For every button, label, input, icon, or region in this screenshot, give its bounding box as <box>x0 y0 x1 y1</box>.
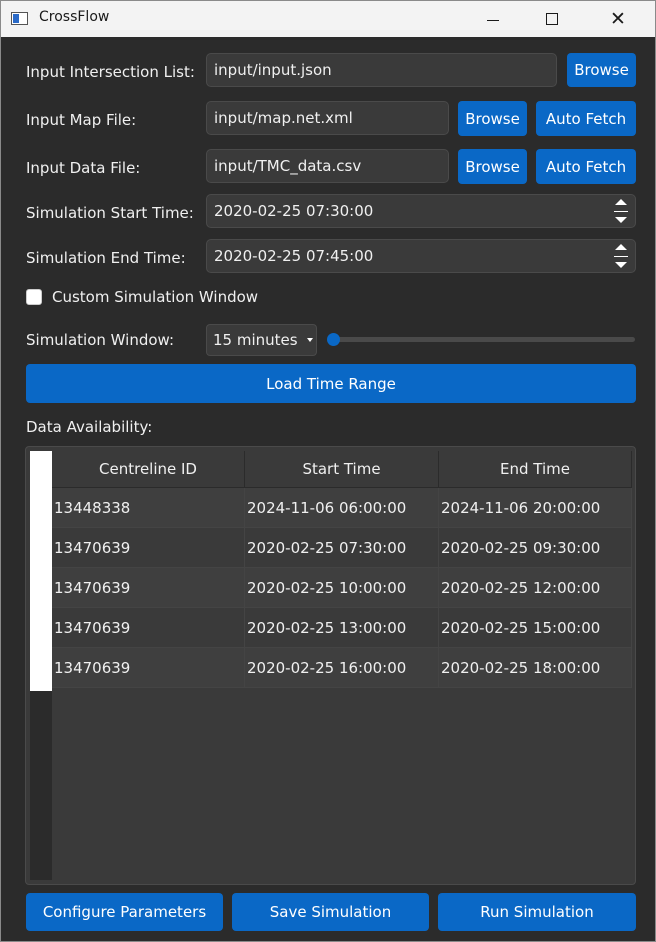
browse-intersection-button[interactable]: Browse <box>567 53 636 87</box>
availability-label: Data Availability: <box>26 418 153 436</box>
load-time-range-button[interactable]: Load Time Range <box>26 364 636 403</box>
table-row[interactable]: 13470639 2020-02-25 16:00:00 2020-02-25 … <box>52 648 632 688</box>
browse-map-button[interactable]: Browse <box>458 101 527 136</box>
run-simulation-button[interactable]: Run Simulation <box>438 893 636 931</box>
cell-centreline: 13470639 <box>52 528 245 568</box>
app-window: CrossFlow ✕ Input Intersection List: inp… <box>0 0 656 942</box>
start-time-value: 2020-02-25 07:30:00 <box>214 202 374 220</box>
auto-fetch-data-button[interactable]: Auto Fetch <box>536 149 636 184</box>
intersection-label: Input Intersection List: <box>26 63 195 81</box>
start-time-input[interactable]: 2020-02-25 07:30:00 <box>206 194 636 228</box>
row-header-selection[interactable] <box>30 451 52 691</box>
end-time-spinner[interactable] <box>613 244 629 268</box>
main-content: Input Intersection List: input/input.jso… <box>1 37 655 941</box>
cell-end: 2020-02-25 12:00:00 <box>439 568 632 608</box>
sim-window-select[interactable]: 15 minutes <box>206 324 317 356</box>
availability-table: Centreline ID Start Time End Time 134483… <box>25 446 636 885</box>
column-header-start[interactable]: Start Time <box>245 451 439 488</box>
spin-up-icon[interactable] <box>615 199 627 205</box>
table-row[interactable]: 13470639 2020-02-25 07:30:00 2020-02-25 … <box>52 528 632 568</box>
start-time-label: Simulation Start Time: <box>26 204 194 222</box>
browse-data-button[interactable]: Browse <box>458 149 527 184</box>
table-row[interactable]: 13470639 2020-02-25 13:00:00 2020-02-25 … <box>52 608 632 648</box>
custom-window-checkbox[interactable] <box>26 289 42 305</box>
column-header-end[interactable]: End Time <box>439 451 632 488</box>
window-title: CrossFlow <box>39 9 110 25</box>
cell-start: 2024-11-06 06:00:00 <box>245 488 439 528</box>
table-row[interactable]: 13448338 2024-11-06 06:00:00 2024-11-06 … <box>52 488 632 528</box>
sim-window-value: 15 minutes <box>213 331 298 349</box>
cell-end: 2024-11-06 20:00:00 <box>439 488 632 528</box>
cell-end: 2020-02-25 09:30:00 <box>439 528 632 568</box>
spin-down-icon[interactable] <box>615 262 627 268</box>
spin-up-icon[interactable] <box>615 244 627 250</box>
spin-divider <box>614 210 628 212</box>
cell-start: 2020-02-25 10:00:00 <box>245 568 439 608</box>
end-time-input[interactable]: 2020-02-25 07:45:00 <box>206 239 636 273</box>
close-button[interactable]: ✕ <box>595 1 641 37</box>
cell-start: 2020-02-25 07:30:00 <box>245 528 439 568</box>
minimize-button[interactable] <box>470 1 516 37</box>
spin-divider <box>614 255 628 257</box>
cell-start: 2020-02-25 13:00:00 <box>245 608 439 648</box>
end-time-value: 2020-02-25 07:45:00 <box>214 247 374 265</box>
spin-down-icon[interactable] <box>615 217 627 223</box>
column-header-centreline[interactable]: Centreline ID <box>52 451 245 488</box>
chevron-down-icon <box>307 338 313 342</box>
save-simulation-button[interactable]: Save Simulation <box>232 893 429 931</box>
title-bar: CrossFlow ✕ <box>1 1 655 37</box>
cell-centreline: 13470639 <box>52 568 245 608</box>
cell-centreline: 13470639 <box>52 648 245 688</box>
map-input[interactable]: input/map.net.xml <box>206 101 449 135</box>
intersection-input[interactable]: input/input.json <box>206 53 557 87</box>
end-time-label: Simulation End Time: <box>26 249 186 267</box>
maximize-button[interactable] <box>529 1 575 37</box>
cell-centreline: 13470639 <box>52 608 245 648</box>
auto-fetch-map-button[interactable]: Auto Fetch <box>536 101 636 136</box>
cell-start: 2020-02-25 16:00:00 <box>245 648 439 688</box>
sim-window-slider-handle[interactable] <box>327 333 340 346</box>
data-label: Input Data File: <box>26 159 141 177</box>
table-row[interactable]: 13470639 2020-02-25 10:00:00 2020-02-25 … <box>52 568 632 608</box>
cell-end: 2020-02-25 18:00:00 <box>439 648 632 688</box>
custom-window-label[interactable]: Custom Simulation Window <box>52 288 258 306</box>
cell-centreline: 13448338 <box>52 488 245 528</box>
data-input[interactable]: input/TMC_data.csv <box>206 149 449 183</box>
configure-parameters-button[interactable]: Configure Parameters <box>26 893 223 931</box>
close-icon: ✕ <box>610 7 626 30</box>
map-label: Input Map File: <box>26 111 137 129</box>
start-time-spinner[interactable] <box>613 199 629 223</box>
sim-window-slider-track[interactable] <box>331 337 635 342</box>
minimize-icon <box>487 19 499 21</box>
maximize-icon <box>546 13 558 25</box>
sim-window-label: Simulation Window: <box>26 331 175 349</box>
cell-end: 2020-02-25 15:00:00 <box>439 608 632 648</box>
app-icon <box>11 12 28 25</box>
